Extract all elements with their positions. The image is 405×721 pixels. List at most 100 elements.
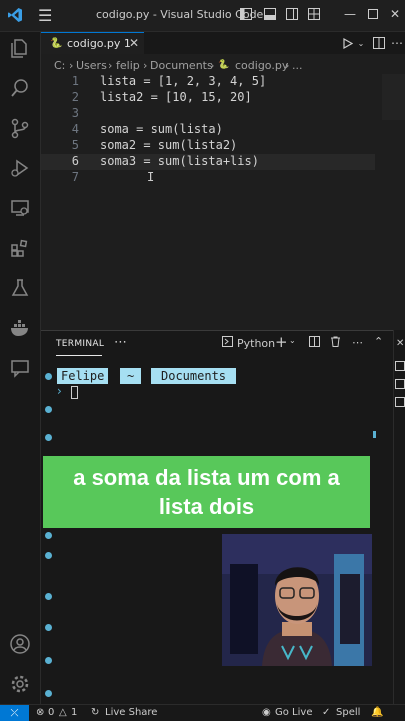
trash-icon[interactable] [330, 336, 341, 350]
maximize-icon[interactable] [365, 6, 381, 22]
prompt-dir: Documents [151, 368, 237, 384]
code-text: lista = [1, 2, 3, 4, 5] [100, 74, 267, 88]
new-terminal-icon[interactable]: + [275, 333, 288, 351]
close-panel-icon[interactable]: ✕ [396, 338, 404, 349]
account-icon[interactable] [8, 632, 32, 656]
remote-explorer-icon[interactable] [8, 196, 32, 220]
panel-more-icon[interactable]: ⋯ [352, 336, 363, 349]
breadcrumb-users[interactable]: Users [76, 59, 107, 72]
toggle-secondary-sidebar-icon[interactable] [284, 6, 300, 22]
split-editor-icon[interactable] [371, 35, 387, 51]
more-actions-icon[interactable]: ⋯ [389, 35, 405, 51]
terminal-cursor [71, 386, 78, 399]
close-tab-icon[interactable]: ✕ [129, 36, 139, 50]
prompt-dot [45, 657, 52, 664]
chevron-right-icon: › [69, 59, 74, 72]
code-line: 5 soma2 = sum(lista2) [41, 138, 375, 154]
chat-bubble-icon[interactable] [8, 356, 32, 380]
toggle-sidebar-icon[interactable] [238, 6, 254, 22]
terminal-instance-icon[interactable] [395, 361, 405, 371]
line-number: 2 [71, 90, 79, 104]
panel-more-icon[interactable]: ⋯ [114, 335, 127, 350]
python-file-icon: 🐍 [218, 60, 230, 70]
chevron-right-icon: › [143, 59, 148, 72]
breadcrumb: C: › Users › felip › Documents › 🐍 codig… [41, 56, 405, 76]
code-line: 7 [41, 170, 375, 186]
run-options-chevron-icon[interactable]: ⌄ [353, 35, 369, 51]
customize-layout-icon[interactable] [306, 6, 322, 22]
breadcrumb-more[interactable]: ... [292, 59, 303, 72]
scroll-marker [373, 431, 376, 438]
line-number: 1 [71, 74, 79, 88]
activity-bar [0, 32, 41, 704]
prompt-arrow: › [57, 384, 62, 398]
prompt-dot [45, 434, 52, 441]
code-line: 3 [41, 106, 375, 122]
live-share-icon[interactable]: ↻ [91, 707, 99, 718]
breadcrumb-file[interactable]: codigo.py [235, 59, 288, 72]
extensions-icon[interactable] [8, 236, 32, 260]
line-number: 3 [71, 106, 79, 120]
tab-label: codigo.py 1 [67, 37, 131, 50]
text-cursor-icon: I [147, 170, 155, 184]
prompt-dot [45, 690, 52, 697]
go-live-button[interactable]: Go Live [275, 707, 312, 718]
presenter-image [222, 534, 372, 666]
line-number: 7 [71, 170, 79, 184]
terminal-instance-icon[interactable] [395, 379, 405, 389]
run-debug-icon[interactable] [8, 156, 32, 180]
minimap[interactable] [382, 74, 405, 120]
spell-button[interactable]: Spell [336, 707, 360, 718]
code-text: soma2 = sum(lista2) [100, 138, 238, 152]
hamburger-menu-icon[interactable]: ☰ [38, 6, 52, 25]
warnings-icon[interactable]: △ [59, 707, 67, 718]
notifications-bell-icon[interactable]: 🔔 [371, 707, 383, 718]
line-number: 6 [71, 154, 79, 168]
warning-count[interactable]: 1 [71, 707, 77, 718]
error-count[interactable]: 0 [48, 707, 54, 718]
code-line: 1 lista = [1, 2, 3, 4, 5] [41, 74, 375, 90]
terminal-shell-icon [222, 336, 233, 350]
active-tab-indicator [56, 355, 102, 356]
live-share-button[interactable]: Live Share [105, 707, 157, 718]
close-window-icon[interactable]: ✕ [387, 6, 403, 22]
testing-flask-icon[interactable] [8, 276, 32, 300]
chevron-right-icon: › [108, 59, 113, 72]
remote-indicator-icon[interactable]: ⤫ [0, 705, 29, 721]
chevron-up-icon[interactable]: ⌃ [374, 335, 383, 348]
split-terminal-icon[interactable] [309, 336, 320, 350]
errors-icon[interactable]: ⊗ [36, 707, 44, 718]
shell-label[interactable]: Python [237, 337, 275, 350]
prompt-user: Felipe [57, 368, 109, 384]
python-file-icon: 🐍 [50, 38, 63, 49]
minimize-icon[interactable]: — [342, 6, 358, 22]
breadcrumb-user[interactable]: felip [116, 59, 140, 72]
chevron-down-icon[interactable]: ⌄ [289, 336, 296, 345]
docker-icon[interactable] [8, 316, 32, 340]
prompt-dot [45, 406, 52, 413]
explorer-icon[interactable] [8, 36, 32, 60]
spell-check-icon[interactable]: ✓ [322, 707, 330, 718]
breadcrumb-folder[interactable]: Documents [150, 59, 213, 72]
prompt-dot [45, 593, 52, 600]
search-icon[interactable] [8, 76, 32, 100]
go-live-icon[interactable]: ◉ [262, 707, 271, 718]
editor-tabs: 🐍 codigo.py 1 ✕ ⌄ ⋯ [41, 32, 405, 54]
tab-codigo-py[interactable]: 🐍 codigo.py 1 ✕ [41, 32, 144, 54]
prompt-dot [45, 532, 52, 539]
code-line: 2 lista2 = [10, 15, 20] [41, 90, 375, 106]
tab-terminal[interactable]: TERMINAL [56, 339, 104, 349]
toggle-panel-icon[interactable] [262, 6, 278, 22]
settings-gear-icon[interactable] [8, 672, 32, 696]
source-control-icon[interactable] [8, 116, 32, 140]
breadcrumb-drive[interactable]: C: [54, 59, 65, 72]
terminal-instance-icon[interactable] [395, 397, 405, 407]
chevron-right-icon: › [210, 59, 215, 72]
code-line: 4 soma = sum(lista) [41, 122, 375, 138]
terminal-list: ✕ [393, 330, 405, 704]
code-editor[interactable]: 1 lista = [1, 2, 3, 4, 5] 2 lista2 = [10… [41, 74, 405, 329]
chevron-right-icon: › [285, 59, 290, 72]
prompt-dot [45, 373, 52, 380]
line-number: 4 [71, 122, 79, 136]
status-bar: ⤫ ⊗ 0 △ 1 ↻ Live Share ◉ Go Live ✓ Spell… [0, 704, 405, 721]
